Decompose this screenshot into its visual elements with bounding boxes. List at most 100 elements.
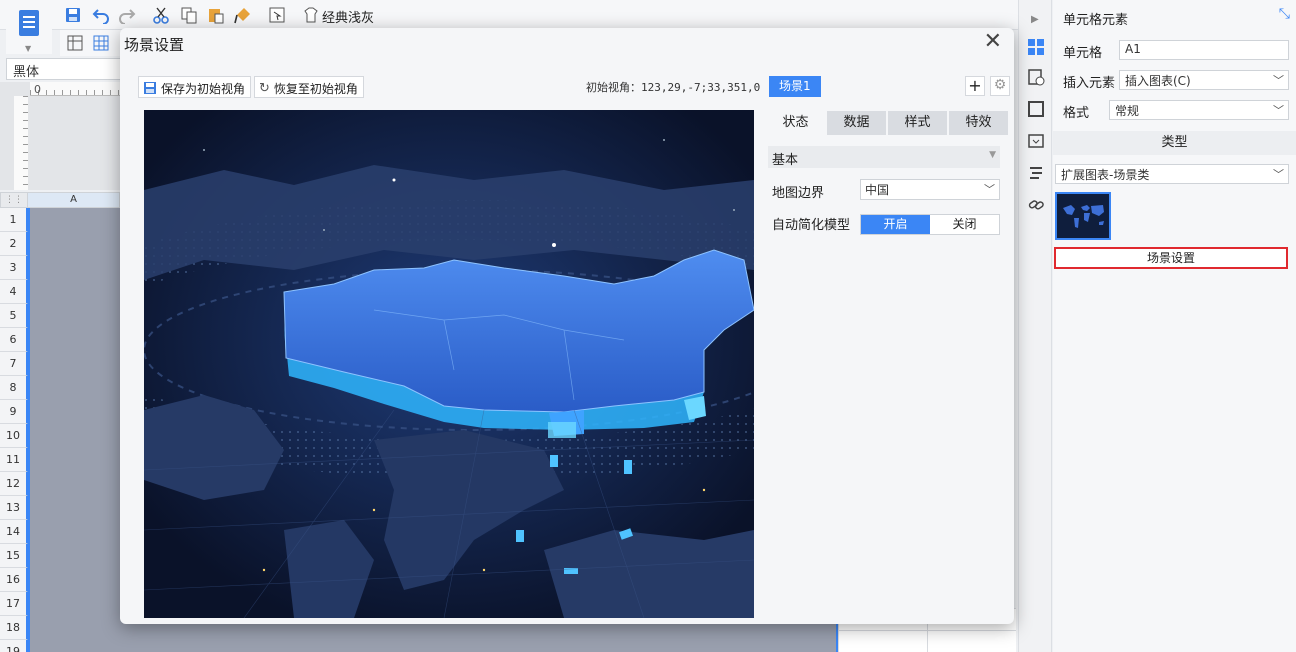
- theme-label[interactable]: 经典浅灰: [322, 7, 374, 26]
- map-boundary-select[interactable]: 中国 ﹀: [860, 179, 1000, 200]
- row-header[interactable]: 3: [0, 256, 28, 280]
- cell-input[interactable]: A1: [1119, 40, 1289, 60]
- chart-type-select[interactable]: 扩展图表-场景类 ﹀: [1055, 164, 1289, 184]
- map-preview[interactable]: [144, 110, 754, 618]
- template-icon[interactable]: [268, 6, 286, 24]
- font-select[interactable]: 黑体: [6, 58, 124, 80]
- chevron-right-icon[interactable]: ▶: [1031, 14, 1039, 25]
- ruler-zero-label: 0: [34, 83, 41, 96]
- row-header[interactable]: 1: [0, 208, 28, 232]
- link-icon[interactable]: [1027, 196, 1045, 214]
- row-header[interactable]: 8: [0, 376, 28, 400]
- expand-icon[interactable]: ⤡: [1279, 6, 1290, 22]
- collapse-icon: ▼: [989, 150, 996, 160]
- cut-icon[interactable]: [152, 6, 170, 24]
- format-painter-icon[interactable]: [234, 6, 252, 24]
- border-icon[interactable]: [1027, 100, 1045, 118]
- chevron-down-icon: ﹀: [1273, 74, 1284, 87]
- dialog-title: 场景设置: [124, 36, 185, 54]
- scene-settings-button[interactable]: 场景设置: [1054, 247, 1288, 269]
- refresh-icon: ↻: [259, 80, 270, 96]
- row-header[interactable]: 11: [0, 448, 28, 472]
- row-header[interactable]: 6: [0, 328, 28, 352]
- vertical-ruler: [14, 96, 28, 190]
- format-select[interactable]: 常规 ﹀: [1109, 100, 1289, 120]
- condition-icon[interactable]: [1027, 164, 1045, 182]
- theme-icon[interactable]: [302, 6, 320, 24]
- row-header[interactable]: 5: [0, 304, 28, 328]
- insert-element-label: 插入元素: [1063, 76, 1116, 91]
- grid-icon[interactable]: [92, 34, 110, 52]
- world-map-icon: [1063, 205, 1104, 228]
- row-header[interactable]: 12: [0, 472, 28, 496]
- row-header[interactable]: 2: [0, 232, 28, 256]
- row-header[interactable]: 9: [0, 400, 28, 424]
- row-header[interactable]: 7: [0, 352, 28, 376]
- undo-icon[interactable]: [92, 6, 110, 24]
- tab-effects[interactable]: 特效: [949, 111, 1008, 135]
- side-tool-strip: ▶: [1018, 0, 1052, 652]
- cell-label: 单元格: [1063, 46, 1103, 61]
- scene-settings-dialog: 场景设置 ✕ 保存为初始视角 ↻ 恢复至初始视角 初始视角：123,29,-7;…: [120, 28, 1014, 624]
- insert-element-value: 插入图表(C): [1125, 74, 1191, 88]
- report-tool-button[interactable]: ▼: [6, 6, 52, 54]
- chevron-down-icon: ▼: [25, 44, 32, 53]
- row-header[interactable]: 19: [0, 640, 28, 652]
- basic-section-header[interactable]: 基本 ▼: [768, 146, 1000, 168]
- chevron-down-icon: ﹀: [1273, 168, 1284, 181]
- china-3d-map-image: [144, 110, 754, 618]
- settings-tabs: 状态 数据 样式 特效: [766, 111, 1008, 135]
- row-header[interactable]: 10: [0, 424, 28, 448]
- save-initial-view-button[interactable]: 保存为初始视角: [138, 76, 252, 98]
- format-value: 常规: [1115, 104, 1140, 118]
- row-header[interactable]: 17: [0, 592, 28, 616]
- basic-section-label: 基本: [772, 153, 799, 168]
- row-header[interactable]: 4: [0, 280, 28, 304]
- cell-attribute-icon[interactable]: [1027, 68, 1045, 86]
- tab-data[interactable]: 数据: [827, 111, 886, 135]
- restore-initial-view-button[interactable]: ↻ 恢复至初始视角: [254, 76, 364, 98]
- panel-title: 单元格元素: [1063, 13, 1129, 28]
- chart-type-value: 扩展图表-场景类: [1061, 168, 1150, 182]
- close-icon[interactable]: ✕: [984, 31, 1002, 53]
- row-headers: 1 2 3 4 5 6 7 8 9 10 11 12 13 14 15 16 17 18 19: [0, 208, 28, 652]
- map-boundary-value: 中国: [865, 183, 890, 197]
- initial-viewpoint-text: 初始视角：123,29,-7;33,351,0: [586, 81, 761, 94]
- row-header[interactable]: 13: [0, 496, 28, 520]
- row-header[interactable]: 16: [0, 568, 28, 592]
- auto-simplify-label: 自动简化模型: [772, 218, 851, 233]
- column-header-a[interactable]: A: [28, 192, 120, 208]
- select-all-corner[interactable]: ⋮⋮: [0, 192, 28, 208]
- freeze-icon[interactable]: [66, 34, 84, 52]
- type-section-header: 类型: [1053, 131, 1296, 155]
- insert-element-select[interactable]: 插入图表(C) ﹀: [1119, 70, 1289, 90]
- restore-initial-view-label: 恢复至初始视角: [273, 81, 358, 96]
- paste-icon[interactable]: [207, 6, 225, 24]
- horizontal-ruler: [30, 82, 122, 96]
- toggle-off-option[interactable]: 关闭: [930, 215, 999, 234]
- tab-status[interactable]: 状态: [766, 111, 825, 135]
- row-header[interactable]: 14: [0, 520, 28, 544]
- row-header[interactable]: 15: [0, 544, 28, 568]
- cell-element-icon[interactable]: [1027, 38, 1045, 56]
- scene-thumbnail[interactable]: [1055, 192, 1111, 240]
- row-header[interactable]: 18: [0, 616, 28, 640]
- map-boundary-label: 地图边界: [772, 186, 825, 201]
- redo-icon[interactable]: [118, 6, 136, 24]
- chevron-down-icon: ﹀: [1273, 104, 1284, 117]
- auto-simplify-toggle: 开启 关闭: [860, 214, 1000, 235]
- save-icon[interactable]: [64, 6, 82, 24]
- toggle-on-option[interactable]: 开启: [861, 215, 930, 234]
- format-label: 格式: [1063, 106, 1090, 121]
- main-toolbar: 经典浅灰: [0, 0, 1018, 30]
- save-initial-view-label: 保存为初始视角: [161, 81, 246, 96]
- tab-style[interactable]: 样式: [888, 111, 947, 135]
- add-scene-icon[interactable]: +: [965, 76, 985, 96]
- save-icon: [144, 82, 156, 94]
- cell-element-panel: 单元格元素 ⤡ 单元格 A1 插入元素 插入图表(C) ﹀ 格式 常规 ﹀ 类型…: [1053, 0, 1296, 652]
- copy-icon[interactable]: [180, 6, 198, 24]
- widget-icon[interactable]: [1027, 132, 1045, 150]
- gear-icon[interactable]: ⚙: [990, 76, 1010, 96]
- chevron-down-icon: ﹀: [984, 183, 995, 196]
- scene-tab[interactable]: 场景1: [769, 76, 821, 97]
